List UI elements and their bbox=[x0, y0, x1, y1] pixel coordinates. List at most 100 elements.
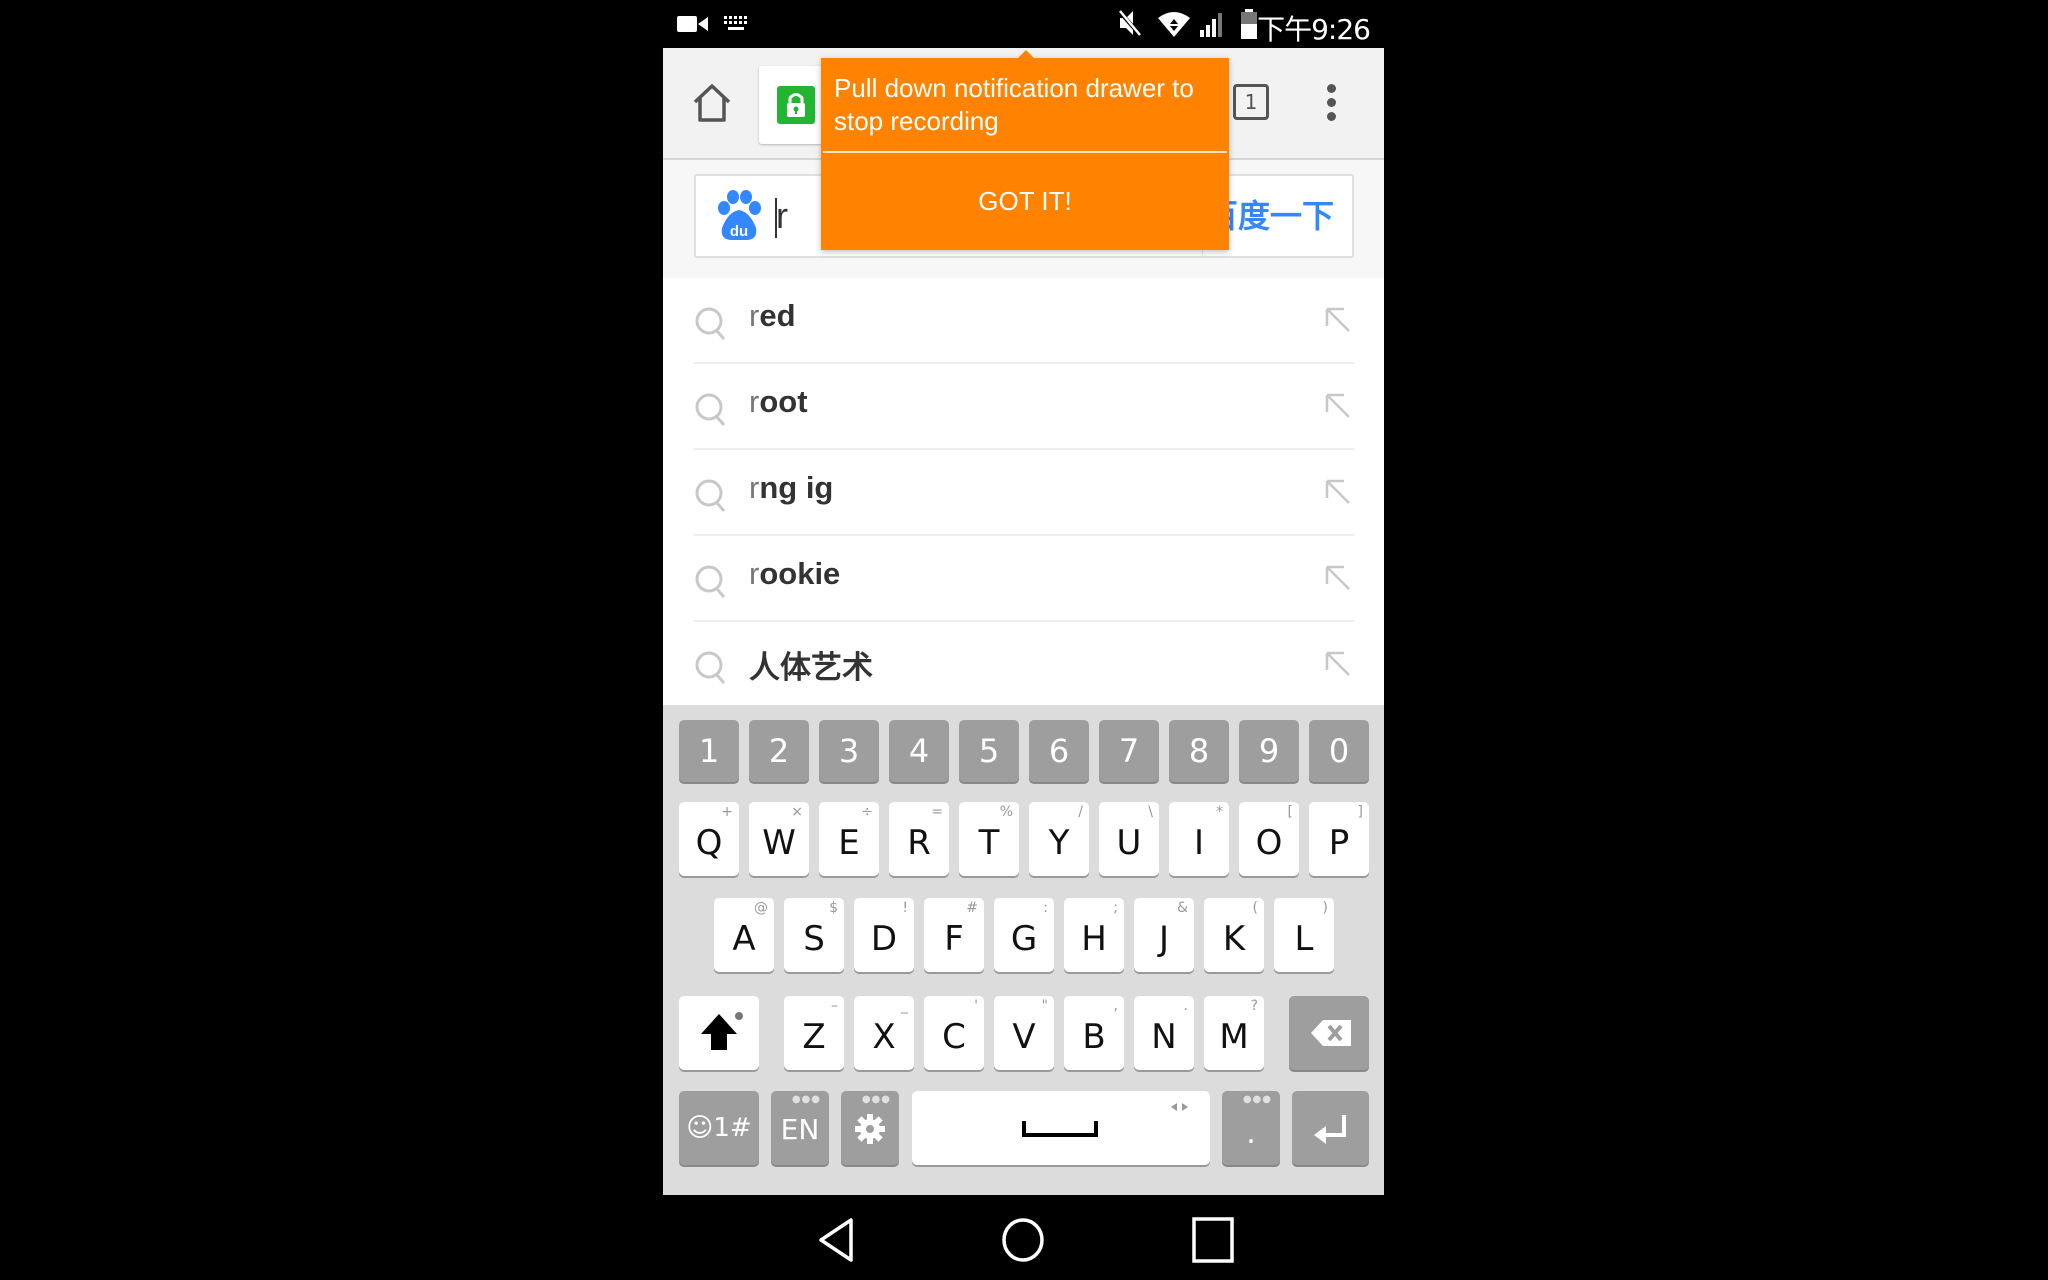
key-8[interactable]: 8 bbox=[1169, 720, 1229, 782]
key-c[interactable]: ' C bbox=[924, 996, 984, 1070]
suggestion-completion: oot bbox=[759, 384, 808, 419]
suggestion-item[interactable]: rookie bbox=[694, 536, 1354, 622]
key-label: L bbox=[1294, 919, 1314, 959]
key-hint: ÷ bbox=[861, 804, 873, 820]
key-4[interactable]: 4 bbox=[889, 720, 949, 782]
suggestion-item[interactable]: 人体艺术 bbox=[694, 622, 1354, 708]
key-label: 0 bbox=[1328, 732, 1350, 770]
fill-query-icon[interactable] bbox=[1324, 650, 1352, 678]
search-icon bbox=[695, 651, 726, 684]
suggestion-item[interactable]: root bbox=[694, 364, 1354, 450]
suggestion-typed: r bbox=[749, 470, 760, 505]
backspace-key[interactable] bbox=[1289, 996, 1369, 1070]
key-r[interactable]: = R bbox=[889, 802, 949, 876]
key-5[interactable]: 5 bbox=[959, 720, 1019, 782]
keyboard-icon bbox=[724, 16, 747, 30]
key-o[interactable]: [O bbox=[1239, 802, 1299, 876]
key-1[interactable]: 1 bbox=[679, 720, 739, 782]
key-label: V bbox=[1012, 1017, 1036, 1057]
suggestion-item[interactable]: red bbox=[694, 278, 1354, 364]
recents-icon[interactable] bbox=[1188, 1215, 1238, 1265]
key-6[interactable]: 6 bbox=[1029, 720, 1089, 782]
key-l[interactable]: ) L bbox=[1274, 898, 1334, 972]
key-0[interactable]: 0 bbox=[1309, 720, 1369, 782]
key-z[interactable]: – Z bbox=[784, 996, 844, 1070]
got-it-button[interactable]: GOT IT! bbox=[821, 154, 1229, 248]
key-hint: ) bbox=[1322, 900, 1328, 916]
key-label: X bbox=[872, 1017, 896, 1057]
suggestion-completion: ng ig bbox=[759, 470, 834, 505]
key-label: J bbox=[1158, 919, 1170, 959]
symbols-key[interactable]: ☺1# bbox=[679, 1091, 759, 1165]
period-key[interactable]: ●●● . bbox=[1222, 1091, 1280, 1165]
key-i[interactable]: * I bbox=[1169, 802, 1229, 876]
signal-icon bbox=[1200, 13, 1222, 37]
key-hint: # bbox=[966, 900, 978, 916]
key-hint: = bbox=[931, 804, 943, 820]
tab-switcher-button[interactable]: 1 bbox=[1233, 84, 1269, 120]
shift-key[interactable] bbox=[679, 996, 759, 1070]
more-vert-icon[interactable] bbox=[1323, 84, 1339, 124]
key-m[interactable]: ? M bbox=[1204, 996, 1264, 1070]
key-label: B bbox=[1082, 1017, 1106, 1057]
wifi-icon bbox=[1158, 12, 1190, 37]
space-key[interactable] bbox=[912, 1091, 1210, 1165]
recording-tooltip: Pull down notification drawer to stop re… bbox=[821, 50, 1229, 250]
key-hint: @ bbox=[754, 900, 768, 916]
system-nav-bar bbox=[663, 1195, 1384, 1280]
back-icon[interactable] bbox=[813, 1215, 863, 1265]
key-a[interactable]: @ A bbox=[714, 898, 774, 972]
key-3[interactable]: 3 bbox=[819, 720, 879, 782]
key-9[interactable]: 9 bbox=[1239, 720, 1299, 782]
key-label: U bbox=[1116, 823, 1142, 863]
key-x[interactable]: _ X bbox=[854, 996, 914, 1070]
fill-query-icon[interactable] bbox=[1324, 564, 1352, 592]
key-h[interactable]: ; H bbox=[1064, 898, 1124, 972]
fill-query-icon[interactable] bbox=[1324, 392, 1352, 420]
key-hint: ] bbox=[1357, 804, 1363, 820]
key-g[interactable]: :G bbox=[994, 898, 1054, 972]
key-p[interactable]: ] P bbox=[1309, 802, 1369, 876]
key-label: D bbox=[870, 919, 898, 959]
suggestion-item[interactable]: rng ig bbox=[694, 450, 1354, 536]
fill-query-icon[interactable] bbox=[1324, 478, 1352, 506]
key-q[interactable]: + Q bbox=[679, 802, 739, 876]
home-circle-icon[interactable] bbox=[998, 1215, 1048, 1265]
key-2[interactable]: 2 bbox=[749, 720, 809, 782]
language-key[interactable]: ●●● EN bbox=[771, 1091, 829, 1165]
key-label: 6 bbox=[1048, 732, 1070, 770]
key-label: 5 bbox=[978, 732, 1000, 770]
period-key-label: . bbox=[1246, 1116, 1256, 1151]
key-s[interactable]: $ S bbox=[784, 898, 844, 972]
home-icon[interactable] bbox=[691, 82, 733, 124]
language-key-label: EN bbox=[780, 1113, 820, 1146]
key-w[interactable]: × W bbox=[749, 802, 809, 876]
settings-key[interactable]: ●●● bbox=[841, 1091, 899, 1165]
key-e[interactable]: ÷ E bbox=[819, 802, 879, 876]
mute-icon bbox=[1117, 9, 1143, 38]
key-label: R bbox=[907, 823, 931, 863]
fill-query-icon[interactable] bbox=[1324, 306, 1352, 334]
key-b[interactable]: ,B bbox=[1064, 996, 1124, 1070]
key-hint: ( bbox=[1252, 900, 1258, 916]
key-j[interactable]: & J bbox=[1134, 898, 1194, 972]
key-hint: \ bbox=[1148, 804, 1153, 820]
key-hint: % bbox=[999, 804, 1013, 820]
key-hint: ' bbox=[974, 998, 978, 1014]
key-y[interactable]: / Y bbox=[1029, 802, 1089, 876]
key-t[interactable]: % T bbox=[959, 802, 1019, 876]
key-hint: + bbox=[721, 804, 733, 820]
key-label: W bbox=[762, 823, 796, 863]
key-hint: [ bbox=[1287, 804, 1293, 820]
key-hint: ! bbox=[902, 900, 908, 916]
key-v[interactable]: " V bbox=[994, 996, 1054, 1070]
enter-key[interactable] bbox=[1292, 1091, 1369, 1165]
key-d[interactable]: ! D bbox=[854, 898, 914, 972]
key-f[interactable]: # F bbox=[924, 898, 984, 972]
baidu-paw-icon: du bbox=[718, 190, 761, 240]
key-7[interactable]: 7 bbox=[1099, 720, 1159, 782]
key-n[interactable]: .N bbox=[1134, 996, 1194, 1070]
key-hint: . bbox=[1183, 998, 1188, 1014]
key-u[interactable]: \ U bbox=[1099, 802, 1159, 876]
key-k[interactable]: (K bbox=[1204, 898, 1264, 972]
